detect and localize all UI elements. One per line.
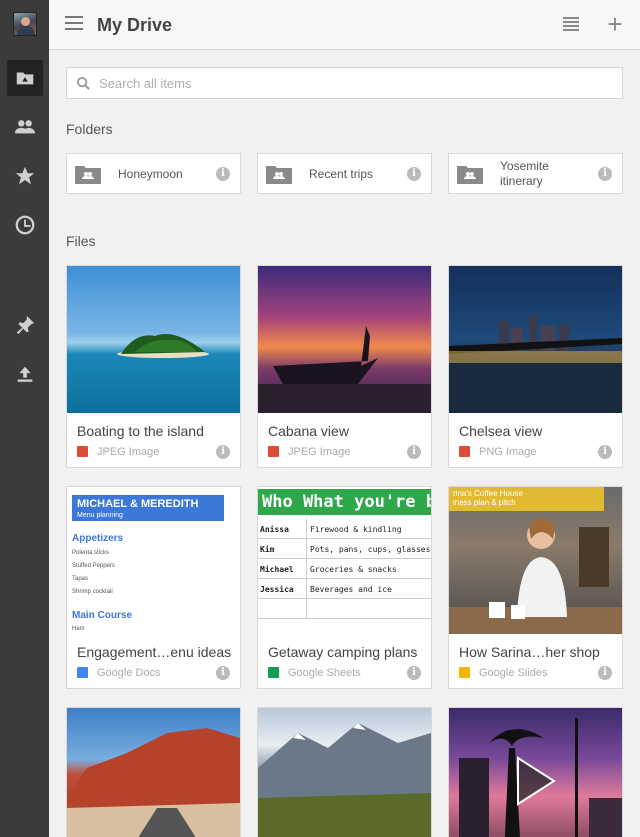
doc-thumb-item: Ham [72,626,85,632]
folder-card[interactable]: Honeymoon i [66,153,241,194]
info-icon[interactable]: i [598,167,612,181]
info-icon[interactable]: i [216,445,230,459]
sheet-thumb-header: Who What you're b [258,489,431,515]
slides-icon [459,667,470,678]
file-thumbnail-spreadsheet: Who What you're b Anissa Firewood & kindl… [258,487,431,634]
file-card[interactable]: rina's Coffee House iness plan & pitch Ho… [448,486,623,689]
file-name: Chelsea view [459,423,543,439]
sheet-thumb-row [258,599,431,619]
hamburger-menu-icon[interactable] [65,16,83,34]
left-nav-rail [0,0,49,837]
files-section-label: Files [66,233,96,249]
image-icon [77,446,88,457]
page-title: My Drive [97,15,173,35]
doc-thumb-item: Shrimp cocktail [72,589,113,595]
file-card[interactable]: Who What you're b Anissa Firewood & kindl… [257,486,432,689]
file-name: Boating to the island [77,423,204,439]
file-thumbnail-image [449,266,622,413]
info-icon[interactable]: i [407,167,421,181]
info-icon[interactable]: i [407,445,421,459]
recent-clock-icon[interactable] [7,207,43,243]
sheet-thumb-row: Anissa Firewood & kindling [258,519,431,539]
file-type: Google Docs [97,667,161,679]
folder-name-line2: itinerary [500,174,543,188]
info-icon[interactable]: i [216,167,230,181]
file-name: Cabana view [268,423,349,439]
doc-thumb-section: Main Course [72,610,133,621]
doc-thumb-item: Polenta sticks [72,550,110,556]
file-card[interactable]: Chelsea view PNG Image i [448,265,623,468]
my-drive-icon[interactable] [7,60,43,96]
folder-card[interactable]: Yosemite itinerary i [448,153,623,194]
shared-folder-icon [457,166,483,184]
folder-name: Recent trips [309,167,374,181]
file-thumbnail-image [67,266,240,413]
sheet-thumb-row: KimPots, pans, cups, glasses (pape [258,539,431,559]
sheets-icon [268,667,279,678]
file-thumbnail-image [258,266,431,413]
file-thumbnail-document: MICHAEL & MEREDITH Menu planning Appetiz… [67,487,240,634]
file-card[interactable]: MICHAEL & MEREDITH Menu planning Appetiz… [66,486,241,689]
upload-icon[interactable] [7,356,43,392]
file-type: PNG Image [479,446,537,458]
search-icon [76,76,90,90]
folder-name: Honeymoon [118,167,183,181]
file-thumbnail-video [449,708,622,837]
search-bar[interactable] [66,67,623,99]
top-bar: My Drive + [49,0,640,50]
info-icon[interactable]: i [598,445,612,459]
file-card[interactable] [448,707,623,837]
info-icon[interactable]: i [598,666,612,680]
folder-name: Yosemite [500,159,549,173]
slide-thumb-banner: rina's Coffee House iness plan & pitch [449,487,604,511]
info-icon[interactable]: i [216,666,230,680]
file-card[interactable]: Boating to the island JPEG Image i [66,265,241,468]
file-type: Google Slides [479,667,548,679]
docs-icon [77,667,88,678]
file-type: JPEG Image [97,446,160,458]
doc-thumb-subheading: Menu planning [77,512,123,519]
starred-icon[interactable] [7,158,43,194]
folders-section-label: Folders [66,121,113,137]
search-input[interactable] [99,73,599,93]
info-icon[interactable]: i [407,666,421,680]
doc-thumb-item: Stuffed Peppers [72,563,115,569]
file-type: JPEG Image [288,446,351,458]
file-thumbnail-presentation: rina's Coffee House iness plan & pitch [449,487,622,634]
doc-thumb-section: Appetizers [72,533,124,544]
file-thumbnail-image [258,708,431,837]
shared-folder-icon [75,166,101,184]
sheet-thumb-row: Michael Groceries & snacks [258,559,431,579]
file-type: Google Sheets [288,667,361,679]
add-new-icon[interactable]: + [605,11,625,37]
image-icon [459,446,470,457]
file-name: How Sarina…her shop [459,644,600,660]
file-name: Getaway camping plans [268,644,418,660]
avatar[interactable] [13,12,37,36]
sheet-thumb-row: Jessica Beverages and ice [258,579,431,599]
offline-pin-icon[interactable] [7,307,43,343]
file-card[interactable]: Cabana view JPEG Image i [257,265,432,468]
file-card[interactable] [66,707,241,837]
shared-folder-icon [266,166,292,184]
play-icon[interactable] [516,756,556,806]
file-card[interactable] [257,707,432,837]
shared-with-me-icon[interactable] [7,109,43,145]
folder-card[interactable]: Recent trips i [257,153,432,194]
doc-thumb-item: Tapas [72,576,89,582]
file-name: Engagement…enu ideas [77,644,232,660]
file-thumbnail-image [67,708,240,837]
list-view-icon[interactable] [563,17,579,31]
image-icon [268,446,279,457]
